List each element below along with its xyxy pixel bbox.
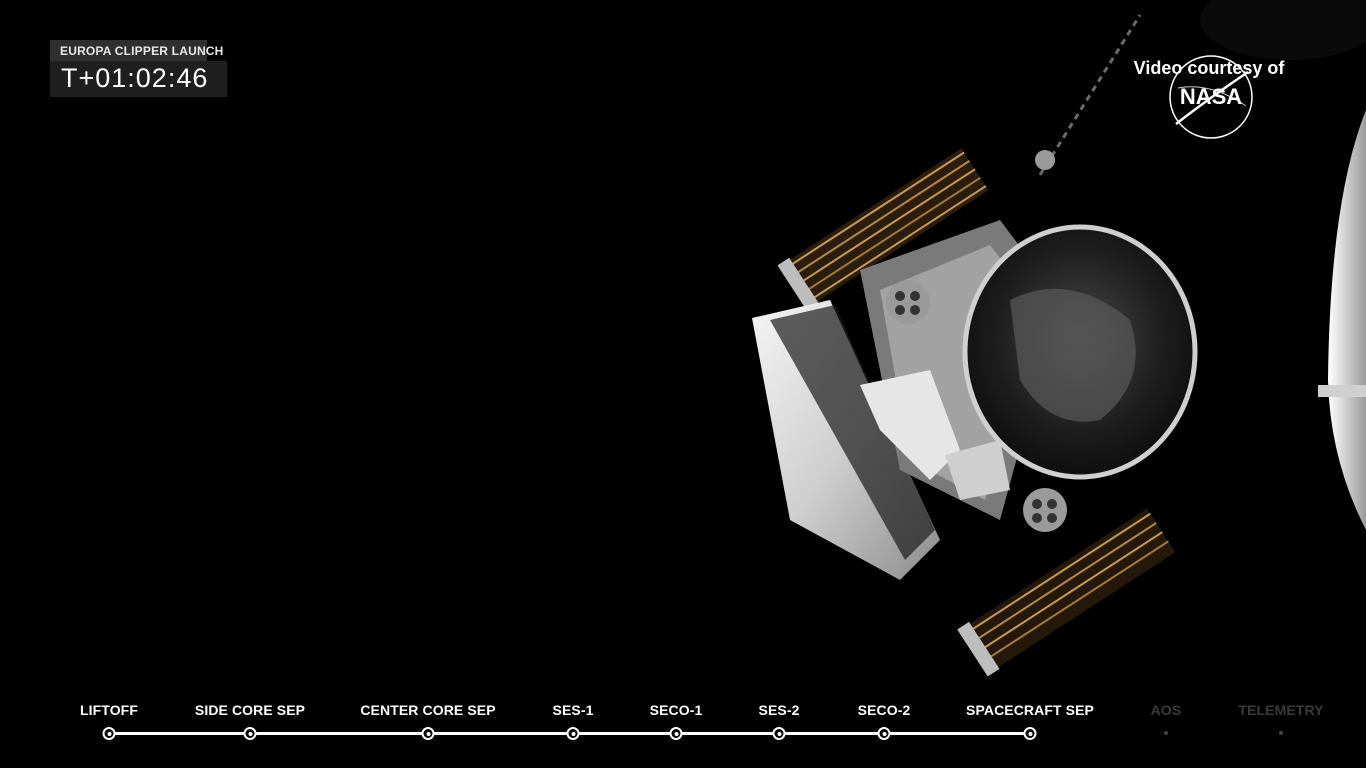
milestone-telemetry-dot: [1279, 731, 1283, 735]
milestone-seco-1-node: [669, 727, 683, 740]
milestone-seco-2-node: [877, 727, 891, 740]
mission-elapsed-time: T+01:02:46: [50, 61, 227, 97]
milestone-center-core-sep-node: [421, 727, 435, 740]
video-courtesy: NASA Video courtesy of: [1126, 55, 1292, 139]
launch-timeline: LIFTOFF SIDE CORE SEP CENTER CORE SEP SE…: [0, 690, 1366, 768]
mission-name: EUROPA CLIPPER LAUNCH: [50, 40, 223, 61]
milestone-ses-2-node: [772, 727, 786, 740]
milestone-liftoff-node: [102, 727, 116, 740]
milestone-aos-label: AOS: [1150, 702, 1182, 718]
milestone-ses-1-node: [566, 727, 580, 740]
milestone-seco-1-label: SECO-1: [649, 702, 703, 718]
milestone-side-core-sep-node: [243, 727, 257, 740]
mission-clock: EUROPA CLIPPER LAUNCH T+01:02:46: [50, 40, 227, 97]
milestone-ses-2-label: SES-2: [758, 702, 800, 718]
milestone-telemetry-label: TELEMETRY: [1238, 702, 1324, 718]
nasa-logo-text: NASA: [1180, 84, 1242, 109]
milestone-spacecraft-sep-label: SPACECRAFT SEP: [966, 702, 1094, 718]
video-feed: [0, 0, 1366, 768]
milestone-center-core-sep-label: CENTER CORE SEP: [360, 702, 496, 718]
milestone-aos-dot: [1164, 731, 1168, 735]
milestone-ses-1-label: SES-1: [552, 702, 594, 718]
nasa-logo-icon: NASA: [1169, 55, 1253, 139]
milestone-seco-2-label: SECO-2: [857, 702, 911, 718]
milestone-side-core-sep-label: SIDE CORE SEP: [194, 702, 306, 718]
milestone-liftoff-label: LIFTOFF: [80, 702, 138, 718]
milestone-spacecraft-sep-node: [1023, 727, 1037, 740]
